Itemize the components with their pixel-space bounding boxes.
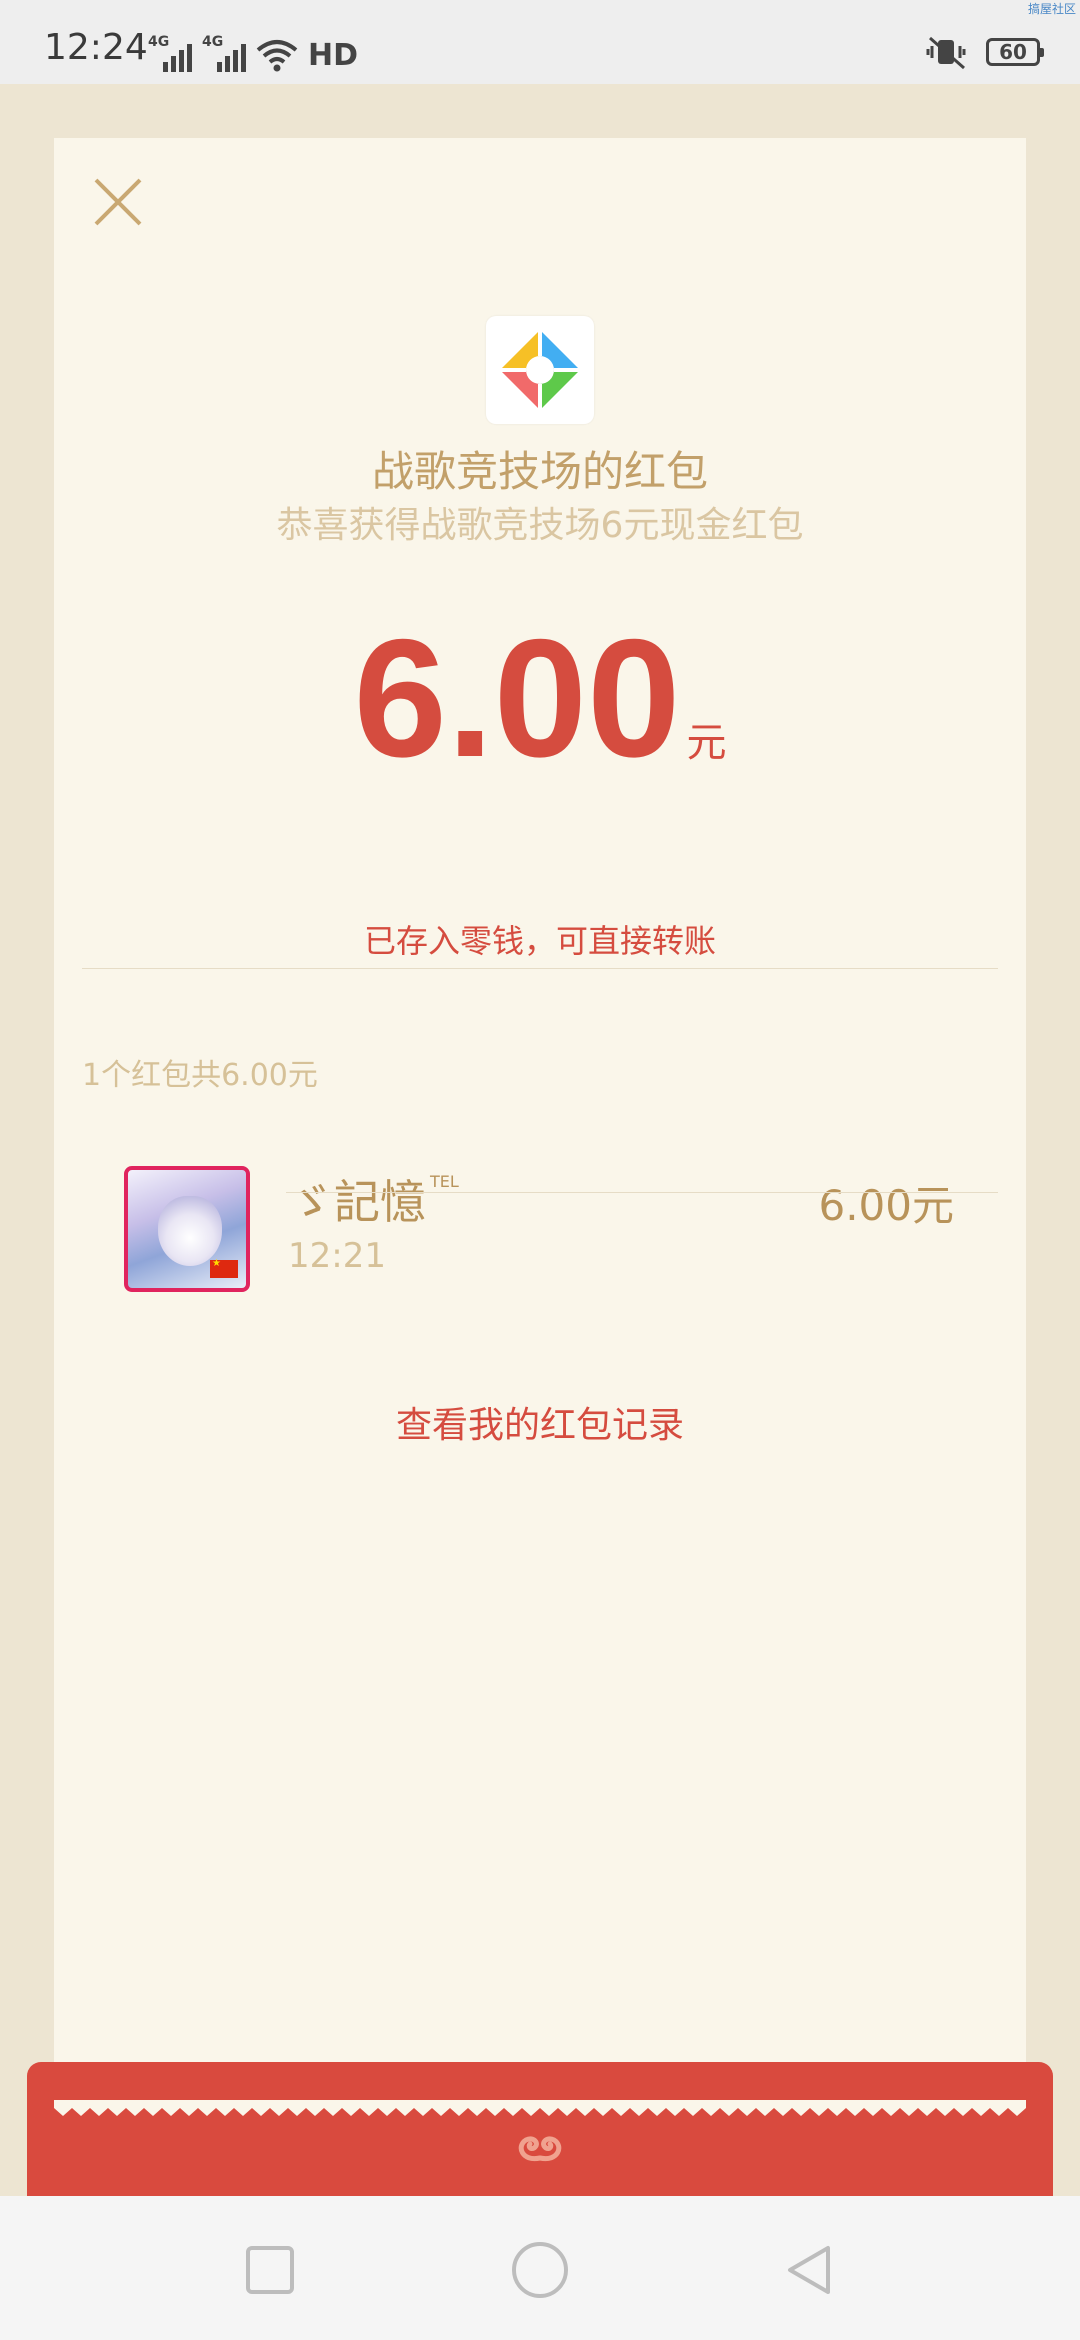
circle-icon[interactable] <box>510 2240 570 2300</box>
list-item[interactable]: ゞ記憶TEL 12:21 6.00元 <box>54 1166 1026 1326</box>
battery-icon: 60 <box>986 38 1044 66</box>
view-records-link[interactable]: 查看我的红包记录 <box>54 1396 1026 1448</box>
wifi-icon <box>256 40 298 72</box>
swirl-icon <box>518 2136 562 2162</box>
close-icon[interactable] <box>90 174 146 230</box>
watermark: 搞屋社区 <box>1027 2 1076 16</box>
app-logo-icon <box>500 330 580 410</box>
saved-note[interactable]: 已存入零钱，可直接转账 <box>54 916 1026 962</box>
status-right: 60 <box>924 34 1044 70</box>
signal-icon: 4G <box>202 34 246 72</box>
status-time: 12:24 <box>44 27 148 68</box>
app-logo <box>486 316 594 424</box>
amount-unit: 元 <box>686 720 727 766</box>
red-packet-card: 战歌竞技场的红包 恭喜获得战歌竞技场6元现金红包 6.00 元 已存入零钱，可直接… <box>54 138 1026 2138</box>
packet-summary: 1个红包共6.00元 <box>82 1058 318 1093</box>
amount-display: 6.00 元 <box>54 608 1026 788</box>
recipient-amount: 6.00元 <box>818 1181 954 1230</box>
square-icon[interactable] <box>244 2244 296 2296</box>
divider <box>82 968 998 969</box>
divider <box>286 1192 998 1193</box>
recipient-time: 12:21 <box>288 1236 386 1276</box>
vibrate-mute-icon <box>926 36 966 70</box>
navigation-bar <box>0 2196 1080 2340</box>
status-bar: 12:24 4G 4G HD 60 搞屋社区 <box>0 0 1080 84</box>
hd-indicator: HD <box>308 38 359 73</box>
flag-icon <box>210 1258 238 1278</box>
packet-subtitle: 恭喜获得战歌竞技场6元现金红包 <box>276 505 804 546</box>
amount-value: 6.00 <box>353 604 681 792</box>
status-icons: 4G 4G HD <box>148 32 358 72</box>
triangle-back-icon[interactable] <box>784 2244 836 2296</box>
sender-title: 战歌竞技场的红包 <box>371 447 708 496</box>
avatar[interactable] <box>124 1166 250 1292</box>
zigzag-edge <box>54 2100 1026 2116</box>
recipient-name: ゞ記憶 TEL <box>288 1172 459 1229</box>
signal-icon: 4G <box>148 34 192 72</box>
